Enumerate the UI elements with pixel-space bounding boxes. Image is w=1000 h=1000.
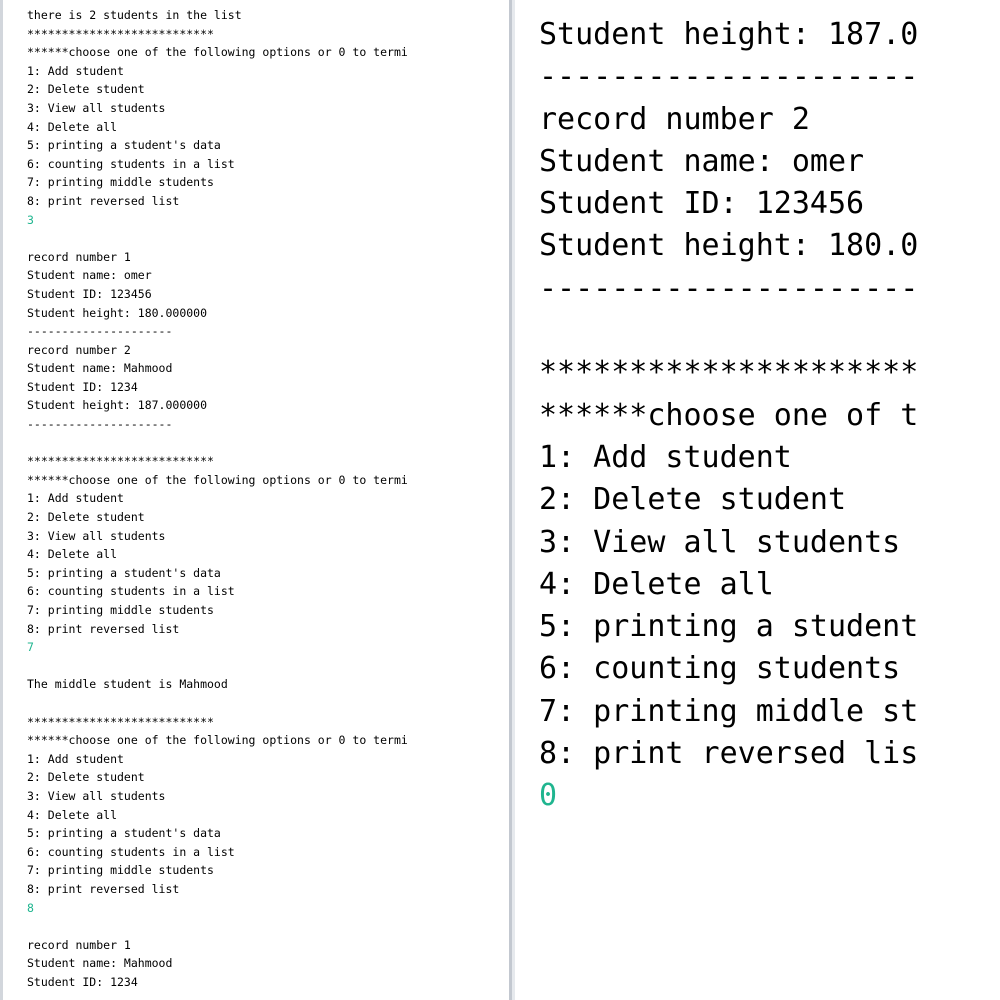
console-output-line: 3: View all students bbox=[539, 524, 901, 560]
console-output-line: --------------------- bbox=[27, 324, 173, 339]
console-output-line: record number 2 bbox=[27, 342, 131, 357]
console-input-line: 0 bbox=[539, 778, 558, 814]
right-panel-edge bbox=[512, 0, 515, 1000]
console-output-line: 1: Add student bbox=[27, 491, 124, 506]
console-output-line: *************************** bbox=[27, 454, 214, 469]
console-output-line: 2: Delete student bbox=[27, 82, 145, 97]
console-output-line: 2: Delete student bbox=[27, 770, 145, 785]
console-output-line: 4: Delete all bbox=[27, 547, 118, 562]
console-output-line: record number 1 bbox=[27, 249, 131, 264]
console-output-line: 8: print reversed list bbox=[27, 193, 180, 208]
console-output-line: 7: printing middle st bbox=[539, 693, 919, 729]
console-output-line: 8: print reversed list bbox=[27, 621, 180, 636]
console-output-line: Student height: 180.0 bbox=[539, 228, 919, 264]
console-output-line: ******choose one of the following option… bbox=[27, 733, 408, 748]
left-console-output[interactable]: there is 2 students in the list *********… bbox=[0, 0, 509, 1000]
console-output-line: 5: printing a student's data bbox=[27, 565, 221, 580]
console-input-line: 7 bbox=[27, 640, 34, 655]
console-output-line: Student ID: 1234 bbox=[27, 379, 138, 394]
right-console-lines: Student height: 187.0 -------------------… bbox=[512, 14, 918, 818]
console-input-line: 8 bbox=[27, 900, 34, 915]
console-output-line: Student name: Mahmood bbox=[27, 956, 173, 971]
console-output-line: The middle student is Mahmood bbox=[27, 677, 228, 692]
console-output-line: 5: printing a student's data bbox=[27, 826, 221, 841]
console-output-line: 6: counting students bbox=[539, 651, 901, 687]
console-output-line: 7: printing middle students bbox=[27, 603, 214, 617]
console-output-line: 8: print reversed lis bbox=[539, 736, 919, 772]
console-output-line: 7: printing middle students bbox=[27, 175, 214, 190]
console-output-line: *************************** bbox=[27, 26, 214, 41]
console-output-line: --------------------- bbox=[27, 417, 173, 432]
console-output-line: 4: Delete all bbox=[27, 119, 118, 134]
console-output-line: Student ID: 123456 bbox=[539, 186, 865, 222]
console-output-line: there is 2 students in the list bbox=[27, 8, 242, 22]
console-output-line: 1: Add student bbox=[539, 439, 792, 475]
left-console-lines: there is 2 students in the list *********… bbox=[3, 0, 509, 991]
console-output-line: 3: View all students bbox=[27, 528, 166, 543]
console-output-line: 5: printing a student bbox=[539, 609, 919, 645]
console-output-line: *************************** bbox=[27, 714, 214, 729]
console-output-line: --------------------- bbox=[539, 59, 919, 95]
console-output-line: 1: Add student bbox=[27, 63, 124, 78]
right-console-output[interactable]: Student height: 187.0 -------------------… bbox=[512, 0, 1000, 1000]
console-output-line: ******choose one of the following option… bbox=[27, 472, 408, 487]
console-output-line: Student ID: 123456 bbox=[27, 286, 152, 301]
console-output-line: record number 1 bbox=[27, 937, 131, 952]
console-output-line: ******choose one of t bbox=[539, 397, 919, 433]
console-output-line: --------------------- bbox=[539, 270, 919, 306]
console-output-line: 5: printing a student's data bbox=[27, 138, 221, 153]
console-output-line: Student height: 187.000000 bbox=[27, 398, 208, 413]
console-output-line: record number 2 bbox=[539, 101, 810, 137]
console-output-line: 4: Delete all bbox=[539, 566, 774, 602]
console-output-line: 2: Delete student bbox=[539, 482, 847, 518]
console-output-line: 1: Add student bbox=[27, 751, 124, 766]
console-output-line: Student ID: 1234 bbox=[27, 974, 138, 989]
console-output-line: 8: print reversed list bbox=[27, 881, 180, 896]
console-output-line: 6: counting students in a list bbox=[27, 156, 235, 171]
console-output-line: 6: counting students in a list bbox=[27, 844, 235, 859]
console-output-line: Student name: omer bbox=[27, 268, 152, 283]
console-output-line: ********************* bbox=[539, 355, 919, 391]
console-output-line: 3: View all students bbox=[27, 788, 166, 803]
console-output-line: Student name: Mahmood bbox=[27, 361, 173, 376]
console-output-line: 2: Delete student bbox=[27, 510, 145, 525]
console-output-line: 3: View all students bbox=[27, 100, 166, 115]
console-output-line: 6: counting students in a list bbox=[27, 584, 235, 599]
console-output-line: 7: printing middle students bbox=[27, 863, 214, 878]
console-output-line: ******choose one of the following option… bbox=[27, 45, 408, 60]
console-input-line: 3 bbox=[27, 212, 34, 227]
console-output-line: 4: Delete all bbox=[27, 807, 118, 822]
console-output-line: Student name: omer bbox=[539, 143, 865, 179]
console-output-line: Student height: 187.0 bbox=[539, 17, 919, 52]
console-output-line: Student height: 180.000000 bbox=[27, 305, 208, 320]
